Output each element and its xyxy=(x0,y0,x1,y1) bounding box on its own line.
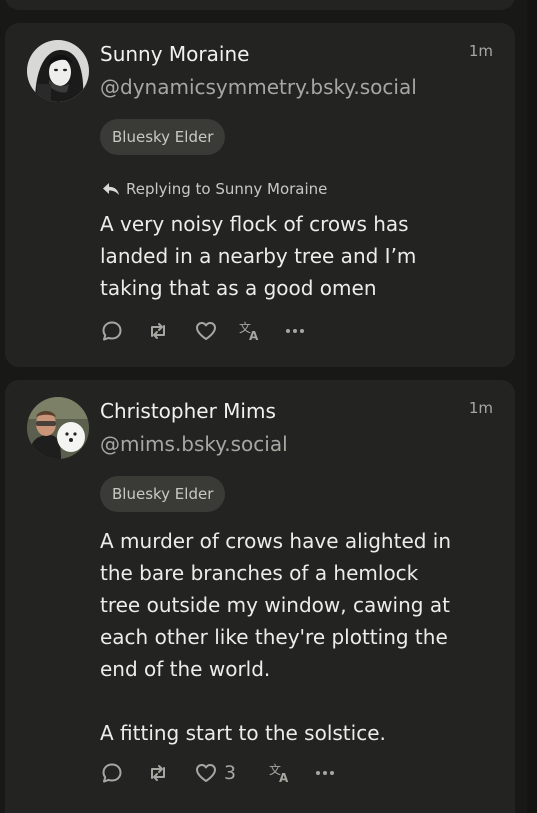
post-text: A murder of crows have alighted in the b… xyxy=(100,529,452,745)
like-button[interactable] xyxy=(194,319,238,343)
author-handle[interactable]: @mims.bsky.social xyxy=(100,432,288,456)
more-options-button[interactable] xyxy=(314,761,336,785)
repost-arrows-icon xyxy=(151,323,165,339)
translate-button[interactable]: 文 A xyxy=(238,319,284,343)
comment-bubble-icon xyxy=(102,321,122,341)
repost-button[interactable] xyxy=(146,761,194,785)
previous-post-card xyxy=(5,0,515,10)
heart-icon xyxy=(196,322,216,340)
avatar[interactable] xyxy=(27,397,89,459)
avatar[interactable] xyxy=(27,40,89,102)
author-name[interactable]: Christopher Mims xyxy=(100,399,276,423)
translate-icon: 文 A xyxy=(269,762,289,785)
author-handle[interactable]: @dynamicsymmetry.bsky.social xyxy=(100,75,417,99)
reply-button[interactable] xyxy=(100,761,146,785)
author-name[interactable]: Sunny Moraine xyxy=(100,42,249,66)
post-timestamp[interactable]: 1m xyxy=(469,42,493,60)
post-timestamp[interactable]: 1m xyxy=(469,399,493,417)
like-button[interactable]: 3 xyxy=(194,761,268,785)
more-options-button[interactable] xyxy=(284,319,306,343)
avatar-image xyxy=(27,397,89,459)
replying-to[interactable]: Replying to Sunny Moraine xyxy=(102,180,327,198)
feed: Sunny Moraine @dynamicsymmetry.bsky.soci… xyxy=(0,0,537,813)
reply-arrow-icon xyxy=(103,183,119,195)
post-actions: 3 文 A xyxy=(100,761,336,785)
post-card[interactable]: Sunny Moraine @dynamicsymmetry.bsky.soci… xyxy=(5,23,515,367)
comment-bubble-icon xyxy=(102,763,122,783)
post-actions: 文 A xyxy=(100,319,306,343)
status-badge: Bluesky Elder xyxy=(100,476,226,512)
svg-text:A: A xyxy=(279,771,289,785)
scrollbar-track[interactable] xyxy=(527,0,537,813)
post-card[interactable]: Christopher Mims @mims.bsky.social 1m Bl… xyxy=(5,380,515,813)
ellipsis-icon xyxy=(286,329,304,333)
avatar-image xyxy=(27,40,89,102)
reply-button[interactable] xyxy=(100,319,146,343)
translate-icon: 文 A xyxy=(239,320,259,343)
translate-button[interactable]: 文 A xyxy=(268,761,314,785)
like-count: 3 xyxy=(224,762,237,784)
repost-arrows-icon xyxy=(151,765,165,781)
heart-icon xyxy=(196,764,216,782)
repost-button[interactable] xyxy=(146,319,194,343)
post-text: A very noisy flock of crows has landed i… xyxy=(100,212,417,300)
status-badge: Bluesky Elder xyxy=(100,119,226,155)
svg-text:A: A xyxy=(249,329,259,343)
replying-to-label: Replying to Sunny Moraine xyxy=(126,180,328,198)
ellipsis-icon xyxy=(316,771,334,775)
